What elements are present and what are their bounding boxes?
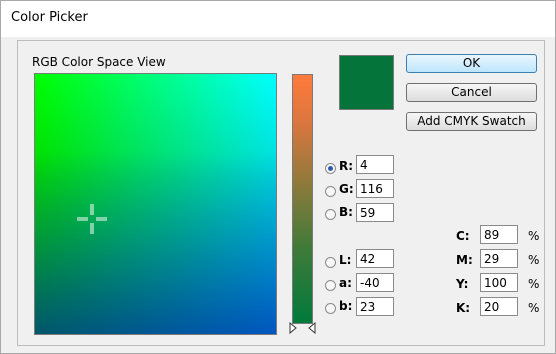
cancel-button[interactable]: Cancel [406, 83, 537, 102]
label-r: R: [339, 159, 354, 173]
m-field[interactable]: 29 [480, 249, 518, 268]
label-a: a: [339, 276, 352, 290]
y-unit: % [528, 277, 540, 291]
slider-handle-icon[interactable] [289, 322, 316, 334]
a-field[interactable]: -40 [356, 273, 394, 292]
k-field[interactable]: 20 [480, 297, 518, 316]
y-field[interactable]: 100 [480, 273, 518, 292]
color-slider-track[interactable] [292, 74, 313, 324]
radio-b-lab[interactable] [325, 303, 336, 314]
l-field[interactable]: 42 [356, 249, 394, 268]
c-unit: % [528, 229, 540, 243]
radio-l[interactable] [325, 257, 336, 268]
window-title: Color Picker [11, 10, 88, 25]
add-cmyk-swatch-button[interactable]: Add CMYK Swatch [406, 112, 537, 131]
label-g: G: [339, 182, 354, 196]
current-color-swatch [339, 55, 394, 110]
label-m: M: [456, 253, 473, 267]
r-field[interactable]: 4 [356, 155, 394, 174]
crosshair-icon [77, 204, 107, 234]
label-b: B: [339, 205, 353, 219]
b-lab-field[interactable]: 23 [356, 297, 394, 316]
radio-b[interactable] [325, 209, 336, 220]
m-unit: % [528, 253, 540, 267]
label-y: Y: [456, 277, 469, 291]
b-field[interactable]: 59 [356, 203, 394, 222]
k-unit: % [528, 301, 540, 315]
c-field[interactable]: 89 [480, 225, 518, 244]
label-c: C: [456, 229, 470, 243]
label-l: L: [339, 253, 352, 267]
radio-g[interactable] [325, 186, 336, 197]
ok-button[interactable]: OK [406, 54, 537, 73]
label-k: K: [456, 301, 471, 315]
g-field[interactable]: 116 [356, 179, 394, 198]
color-spectrum-field[interactable] [34, 73, 277, 335]
radio-a[interactable] [325, 280, 336, 291]
label-b-lab: b: [339, 299, 353, 313]
radio-r[interactable] [325, 163, 336, 174]
section-label: RGB Color Space View [32, 55, 166, 69]
title-bar[interactable]: Color Picker [1, 1, 555, 37]
